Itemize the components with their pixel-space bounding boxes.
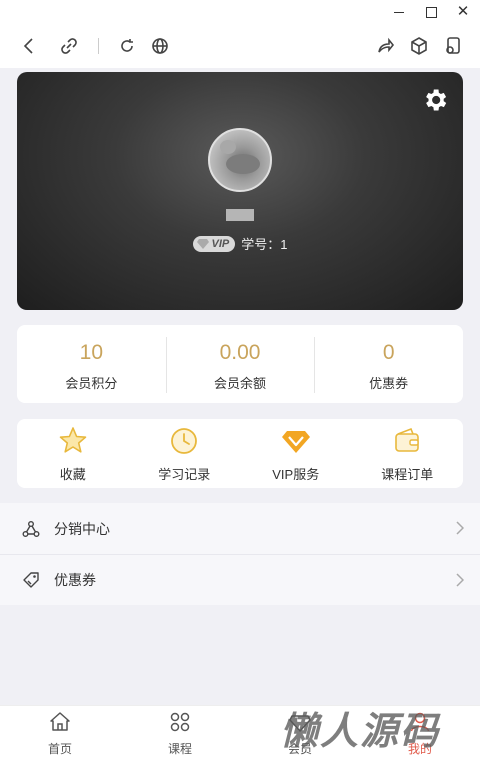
quick-item-vip[interactable]: VIP服务	[240, 419, 352, 488]
tab-home[interactable]: 首页	[0, 706, 120, 761]
globe-icon[interactable]	[148, 34, 172, 58]
list-item-label: 分销中心	[54, 520, 110, 537]
quick-item-history[interactable]: 学习记录	[129, 419, 241, 488]
avatar-image-part	[226, 154, 260, 174]
stat-value: 0	[382, 341, 395, 364]
coupon-icon	[23, 572, 39, 588]
stat-coupons[interactable]: 0 优惠券	[314, 325, 463, 403]
cube-icon[interactable]	[407, 34, 431, 58]
back-icon[interactable]	[17, 34, 41, 58]
wallet-icon	[395, 427, 420, 452]
list-item-distribution[interactable]: 分销中心	[0, 503, 480, 554]
chevron-right-icon	[456, 521, 464, 535]
tab-label: 我的	[407, 742, 432, 756]
link-icon[interactable]	[57, 34, 81, 58]
distribution-icon	[22, 520, 40, 537]
window-title-bar: ✕	[0, 0, 480, 24]
profile-card: VIP 学号：1	[17, 72, 463, 310]
stat-value: 10	[79, 341, 104, 364]
menu-list: 分销中心 优惠券	[0, 503, 480, 605]
username	[17, 206, 463, 222]
vip-badge-label: VIP	[211, 237, 230, 250]
stat-points[interactable]: 10 会员积分	[17, 325, 166, 403]
mini-app-icon[interactable]	[440, 34, 464, 58]
chevron-right-icon	[456, 573, 464, 587]
tab-courses[interactable]: 课程	[120, 706, 240, 761]
diamond-icon	[196, 238, 209, 249]
vip-icon	[289, 715, 311, 732]
refresh-icon[interactable]	[115, 34, 139, 58]
quick-item-label: 收藏	[59, 467, 86, 482]
quick-item-label: 课程订单	[381, 467, 434, 482]
avatar[interactable]	[208, 128, 272, 192]
quick-item-orders[interactable]: 课程订单	[352, 419, 464, 488]
home-icon	[50, 712, 70, 731]
clock-icon	[171, 428, 198, 454]
star-icon	[59, 427, 87, 453]
stat-label: 会员积分	[65, 376, 118, 391]
page-content: VIP 学号：1 10 会员积分 0.00 会员余额 0 优惠券 收藏 学习记录…	[0, 68, 480, 705]
settings-gear-icon[interactable]	[421, 86, 449, 114]
avatar-image-part	[220, 140, 236, 154]
tab-label: 首页	[47, 742, 72, 756]
grid-icon	[170, 712, 190, 732]
minimize-icon[interactable]	[391, 4, 407, 20]
stat-label: 会员余额	[214, 376, 267, 391]
quick-item-label: VIP服务	[272, 467, 320, 482]
vip-diamond-icon	[281, 431, 310, 453]
user-icon	[410, 712, 430, 732]
tab-label: 会员	[287, 742, 312, 756]
browser-toolbar	[0, 24, 480, 68]
quick-item-favorites[interactable]: 收藏	[17, 419, 129, 488]
toolbar-divider	[98, 38, 99, 54]
tab-mine[interactable]: 我的	[360, 706, 480, 761]
maximize-icon[interactable]	[423, 4, 439, 20]
quick-menu: 收藏 学习记录 VIP服务 课程订单	[17, 419, 463, 488]
list-item-label: 优惠券	[54, 572, 96, 588]
student-id: 学号：1	[241, 237, 288, 252]
bottom-tab-bar: 首页 课程 会员 我的	[0, 705, 480, 761]
stats-card: 10 会员积分 0.00 会员余额 0 优惠券	[17, 325, 463, 403]
list-item-coupons[interactable]: 优惠券	[0, 554, 480, 605]
profile-meta: VIP 学号：1	[17, 234, 463, 253]
username-mask	[226, 209, 254, 222]
close-icon[interactable]: ✕	[455, 4, 471, 20]
stat-label: 优惠券	[369, 376, 409, 391]
vip-badge: VIP	[192, 235, 236, 252]
quick-item-label: 学习记录	[158, 467, 211, 482]
stat-value: 0.00	[219, 341, 261, 364]
share-icon[interactable]	[373, 34, 397, 58]
stat-balance[interactable]: 0.00 会员余额	[165, 325, 315, 403]
tab-membership[interactable]: 会员	[240, 706, 360, 761]
tab-label: 课程	[167, 742, 192, 756]
